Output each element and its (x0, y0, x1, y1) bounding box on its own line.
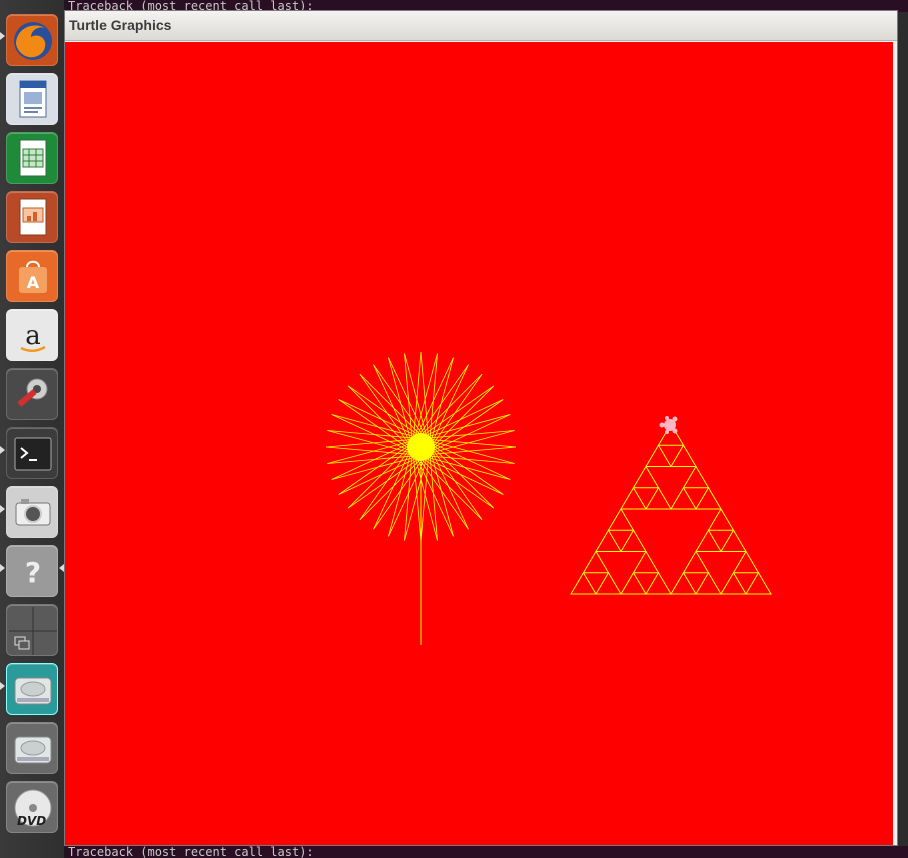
sierpinski-cell (645, 444, 672, 467)
dvd-launcher-button[interactable]: DVD (6, 781, 58, 833)
turtle-canvas[interactable] (65, 42, 897, 845)
running-indicator (0, 32, 5, 40)
sierpinski-cell (620, 571, 647, 595)
workspace-switcher-button[interactable] (6, 604, 58, 656)
sierpinski-cell (595, 529, 622, 552)
system-settings-icon (17, 378, 48, 407)
sierpinski-cell (695, 529, 722, 552)
sierpinski-triangle-drawing (570, 423, 772, 595)
sierpinski-cell (732, 550, 760, 574)
running-indicator (0, 682, 5, 690)
window-title: Turtle Graphics (69, 17, 172, 33)
running-indicator (0, 564, 5, 572)
workspace-switcher-icon (9, 607, 57, 655)
sierpinski-cell (595, 571, 622, 595)
drive-icon (14, 677, 52, 705)
sierpinski-cell (645, 486, 672, 510)
settings-launcher-button[interactable] (6, 368, 58, 420)
flower-center (407, 433, 435, 461)
turtle-graphics-window: Turtle Graphics (64, 10, 898, 846)
libreoffice-impress-icon (19, 198, 47, 236)
impress-launcher-button[interactable] (6, 191, 58, 243)
drive-launcher-button-1[interactable] (6, 663, 58, 715)
software-center-launcher-button[interactable]: A (6, 250, 58, 302)
ubuntu-software-center-icon: A (19, 260, 47, 293)
libreoffice-writer-icon (19, 80, 47, 118)
sierpinski-cell (695, 571, 722, 595)
sierpinski-cell (632, 465, 660, 489)
calc-launcher-button[interactable] (6, 132, 58, 184)
sierpinski-cell (645, 571, 672, 595)
sierpinski-cell (745, 571, 772, 595)
drive-icon (14, 736, 52, 764)
sierpinski-cell (670, 571, 697, 595)
sierpinski-cell (670, 486, 697, 510)
camera-icon (15, 499, 51, 526)
libreoffice-calc-icon (19, 139, 47, 177)
drive-launcher-button-2[interactable] (6, 722, 58, 774)
sierpinski-cell (720, 571, 747, 595)
sierpinski-cell (607, 508, 635, 531)
terminal-launcher-button[interactable] (6, 427, 58, 479)
camera-launcher-button[interactable] (6, 486, 58, 538)
sierpinski-cell (682, 465, 710, 489)
help-icon: ? (25, 556, 41, 589)
window-edge (893, 42, 897, 845)
amazon-launcher-button[interactable]: a (6, 309, 58, 361)
terminal-background-bottom: Traceback (most recent call last): (64, 846, 908, 858)
firefox-icon (14, 22, 52, 60)
sierpinski-cell (682, 550, 710, 574)
firefox-launcher-button[interactable] (6, 14, 58, 66)
sierpinski-cell (582, 550, 610, 574)
turtle-drawing (325, 351, 772, 645)
writer-launcher-button[interactable] (6, 73, 58, 125)
svg-text:A: A (27, 273, 40, 292)
sierpinski-cell (620, 529, 647, 552)
running-indicator (0, 505, 5, 513)
svg-text:?: ? (25, 556, 41, 589)
turtle-cursor (659, 416, 678, 434)
sierpinski-cell (670, 444, 697, 467)
sierpinski-cell (707, 508, 735, 531)
running-indicator (0, 446, 5, 454)
sierpinski-cell (720, 529, 747, 552)
amazon-icon: a (20, 321, 46, 352)
help-launcher-button[interactable]: ? (6, 545, 58, 597)
terminal-icon (14, 437, 52, 471)
svg-text:a: a (25, 321, 41, 351)
launcher: A a ? DVD (0, 0, 65, 858)
sierpinski-cell (695, 486, 722, 510)
sierpinski-cell (632, 550, 660, 574)
sierpinski-cell (620, 486, 647, 510)
window-titlebar[interactable]: Turtle Graphics (65, 11, 897, 41)
sierpinski-cell (570, 571, 597, 595)
dvd-label: DVD (17, 814, 47, 828)
